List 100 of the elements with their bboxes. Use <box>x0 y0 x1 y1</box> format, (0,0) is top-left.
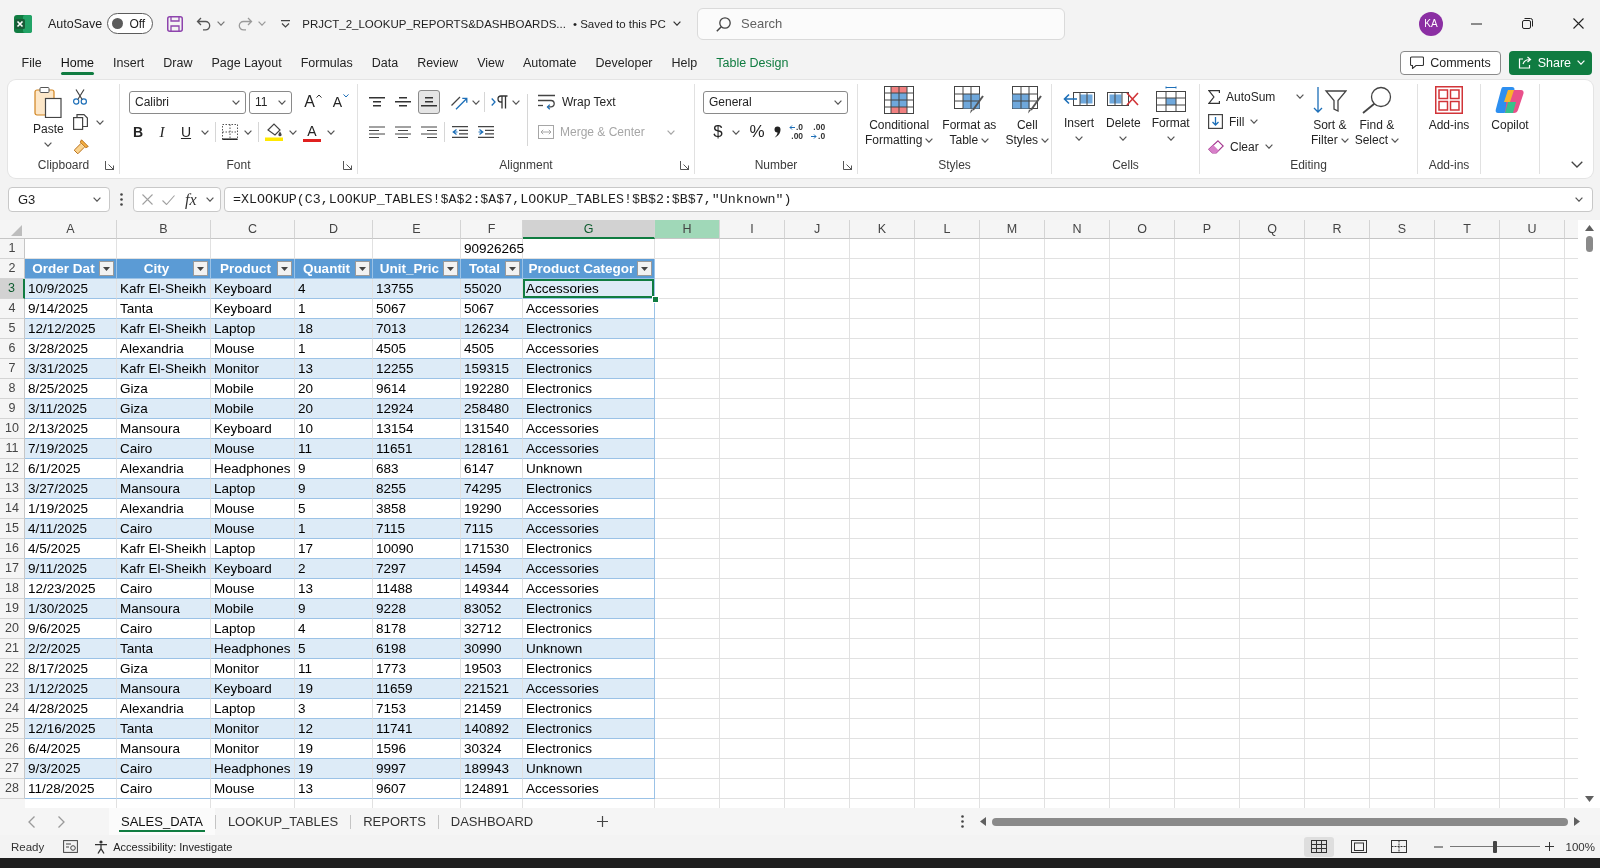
row-header[interactable]: 28 <box>0 779 25 799</box>
add-sheet-icon[interactable] <box>597 816 609 827</box>
wrap-text-button[interactable]: Wrap Text <box>538 90 675 114</box>
cell-styles-button[interactable]: Cell Styles <box>1002 84 1053 148</box>
zoom-level[interactable]: 100% <box>1565 840 1595 853</box>
document-title[interactable]: PRJCT_2_LOOKUP_REPORTS&DASHBOARDS... <box>302 17 566 30</box>
dialog-launcher-icon[interactable] <box>105 160 114 170</box>
percent-button[interactable]: % <box>748 121 766 143</box>
paintbrush-icon[interactable] <box>72 139 89 155</box>
row-header[interactable]: 4 <box>0 299 25 319</box>
caret-icon[interactable] <box>95 119 104 125</box>
conditional-formatting-button[interactable]: Conditional Formatting <box>862 84 937 148</box>
macro-record-icon[interactable] <box>63 840 79 853</box>
formula-field[interactable]: =XLOOKUP(C3,LOOKUP_TABLES!$A$2:$A$7,LOOKUP_TABLES!$B$2:$B$7,"Unknown") <box>224 187 1593 212</box>
filter-button[interactable] <box>355 261 370 276</box>
name-box[interactable]: G3 <box>8 187 110 212</box>
filter-button[interactable] <box>505 261 520 276</box>
row-header[interactable]: 26 <box>0 739 25 759</box>
decrease-decimal-button[interactable]: .00 .0 <box>811 123 826 141</box>
sheet-tab[interactable]: SALES_DATA <box>109 808 215 835</box>
row-header[interactable]: 21 <box>0 639 25 659</box>
row-header[interactable]: 16 <box>0 539 25 559</box>
row-header[interactable]: 1 <box>0 239 25 259</box>
filter-button[interactable] <box>193 261 208 276</box>
delete-button[interactable]: Delete <box>1103 84 1144 146</box>
scrollbar-thumb[interactable] <box>992 817 1568 826</box>
share-button[interactable]: Share <box>1508 50 1592 75</box>
row-header[interactable]: 15 <box>0 519 25 539</box>
caret-icon[interactable] <box>1575 197 1583 202</box>
ribbon-tab[interactable]: Data <box>362 47 408 78</box>
search-field[interactable]: Search <box>697 7 1065 40</box>
row-header[interactable]: 5 <box>0 319 25 339</box>
bold-button[interactable]: B <box>129 121 147 143</box>
row-header[interactable]: 11 <box>0 439 25 459</box>
arrow-down-icon[interactable] <box>1584 796 1594 802</box>
column-header[interactable]: G <box>523 220 655 239</box>
row-header[interactable]: 12 <box>0 459 25 479</box>
add-ins-button[interactable]: Add-ins <box>1425 84 1473 133</box>
orientation-icon[interactable] <box>450 94 468 110</box>
ribbon-tab[interactable]: Help <box>662 47 707 78</box>
dialog-launcher-icon[interactable] <box>843 160 852 170</box>
save-status[interactable]: • Saved to this PC <box>572 17 666 30</box>
vertical-dots-icon[interactable] <box>961 815 964 828</box>
row-header[interactable]: 13 <box>0 479 25 499</box>
caret-icon[interactable] <box>672 21 681 26</box>
minimize-icon[interactable] <box>1471 22 1482 25</box>
filter-button[interactable] <box>99 261 114 276</box>
row-header[interactable]: 3 <box>0 279 25 299</box>
row-header[interactable]: 8 <box>0 379 25 399</box>
ribbon-tab[interactable]: Insert <box>103 47 154 78</box>
clear-button[interactable]: Clear <box>1208 134 1273 159</box>
row-header[interactable]: 22 <box>0 659 25 679</box>
increase-indent-icon[interactable] <box>478 126 494 138</box>
row-header[interactable]: 9 <box>0 399 25 419</box>
align-right-icon[interactable] <box>421 126 437 138</box>
sheet-tab[interactable]: DASHBOARD <box>438 808 546 835</box>
zoom-slider[interactable] <box>1449 840 1540 853</box>
align-center-icon[interactable] <box>395 126 411 138</box>
column-header[interactable]: H <box>655 220 720 239</box>
decrease-indent-icon[interactable] <box>452 126 468 138</box>
align-bottom-button[interactable] <box>418 90 440 114</box>
accessibility-status[interactable]: Accessibility: Investigate <box>113 840 233 853</box>
format-as-table-button[interactable]: Format as Table <box>939 84 1000 148</box>
fill-handle-icon[interactable] <box>652 296 659 303</box>
ribbon-tab[interactable]: Review <box>407 47 468 78</box>
arrow-up-icon[interactable] <box>1584 225 1594 231</box>
zoom-in-icon[interactable] <box>1544 842 1554 851</box>
number-format-field[interactable]: General <box>703 90 848 114</box>
ribbon-tab[interactable]: Automate <box>513 47 587 78</box>
font-color-button[interactable]: A <box>303 122 321 142</box>
filter-button[interactable] <box>277 261 292 276</box>
filter-button[interactable] <box>637 261 652 276</box>
ribbon-tab[interactable]: Home <box>51 47 104 78</box>
paste-button[interactable]: Paste <box>30 84 67 152</box>
ribbon-tab[interactable]: Formulas <box>291 47 363 78</box>
ribbon-tab[interactable]: Developer <box>586 47 662 78</box>
zoom-out-icon[interactable] <box>1433 845 1443 848</box>
caret-icon[interactable] <box>289 129 297 135</box>
row-header[interactable]: 18 <box>0 579 25 599</box>
sort-and-filter-button[interactable]: Sort & Filter <box>1308 84 1352 148</box>
restore-icon[interactable] <box>1522 18 1533 29</box>
text-direction-icon[interactable] <box>491 95 508 109</box>
view-button[interactable] <box>1303 836 1334 857</box>
dialog-launcher-icon[interactable] <box>680 160 689 170</box>
row-header[interactable]: 24 <box>0 699 25 719</box>
row-header[interactable]: 2 <box>0 259 25 279</box>
comments-button[interactable]: Comments <box>1400 50 1501 75</box>
spreadsheet-logo-icon[interactable] <box>14 14 32 33</box>
scissors-icon[interactable] <box>72 89 87 105</box>
align-left-icon[interactable] <box>369 126 385 138</box>
font-size-field[interactable]: 11 <box>249 90 292 114</box>
horizontal-scrollbar[interactable] <box>980 815 1580 828</box>
row-header[interactable]: 17 <box>0 559 25 579</box>
italic-button[interactable]: I <box>153 121 171 143</box>
cancel-icon[interactable] <box>142 194 153 205</box>
row-header[interactable]: 20 <box>0 619 25 639</box>
caret-icon[interactable] <box>201 129 209 135</box>
ribbon-tab[interactable]: Draw <box>153 47 202 78</box>
grow-font-button[interactable]: A <box>304 91 322 113</box>
row-header[interactable]: 19 <box>0 599 25 619</box>
